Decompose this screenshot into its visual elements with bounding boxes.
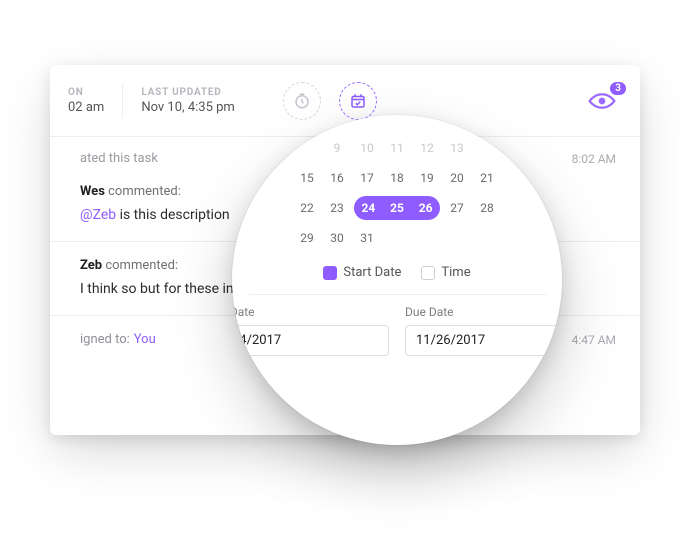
calendar-day[interactable]: 16 bbox=[324, 171, 350, 185]
comment-1-verb: commented: bbox=[108, 184, 181, 199]
divider bbox=[249, 294, 546, 295]
calendar-day[interactable]: 30 bbox=[324, 231, 350, 245]
start-date-checkbox[interactable]: Start Date bbox=[323, 265, 401, 280]
calendar-day[interactable]: 22 bbox=[294, 201, 320, 215]
calendar-day[interactable]: 18 bbox=[384, 171, 410, 185]
watchers-button[interactable]: 3 bbox=[582, 87, 622, 115]
clock-icon bbox=[293, 92, 311, 110]
meta-label-updated: LAST UPDATED bbox=[141, 87, 235, 98]
calendar-day[interactable]: 21 bbox=[474, 171, 500, 185]
calendar-day[interactable]: 20 bbox=[444, 171, 470, 185]
calendar-day[interactable]: 12 bbox=[414, 141, 440, 155]
calendar-icon bbox=[349, 92, 367, 110]
start-date-field: Start Date bbox=[232, 305, 389, 356]
calendar-day[interactable]: 10 bbox=[354, 141, 380, 155]
meta-label-created: ON bbox=[68, 87, 104, 98]
time-checkbox-label: Time bbox=[441, 265, 470, 280]
assigned-ts: 4:47 AM bbox=[572, 333, 640, 347]
watchers-badge: 3 bbox=[610, 82, 626, 95]
meta-value-created: 02 am bbox=[68, 100, 104, 115]
calendar-day[interactable]: 27 bbox=[444, 201, 470, 215]
calendar-day[interactable]: 15 bbox=[294, 171, 320, 185]
due-date-input[interactable] bbox=[405, 325, 562, 356]
assigned-prefix: igned to: bbox=[80, 332, 130, 347]
due-date-label: Due Date bbox=[405, 305, 562, 319]
calendar-grid: 9 10 11 12 13 15 16 17 18 19 20 21 22 23… bbox=[294, 135, 500, 251]
assigned-to-link[interactable]: You bbox=[134, 332, 156, 347]
calendar-day[interactable]: 28 bbox=[474, 201, 500, 215]
checkbox-on-icon bbox=[323, 266, 337, 280]
divider bbox=[122, 84, 123, 118]
comment-2-author: Zeb bbox=[80, 258, 102, 273]
calendar-day[interactable]: 9 bbox=[324, 141, 350, 155]
created-ts: 8:02 AM bbox=[572, 152, 640, 166]
comment-1-author: Wes bbox=[80, 184, 105, 199]
time-checkbox[interactable]: Time bbox=[421, 265, 470, 280]
comment-2-verb: commented: bbox=[105, 258, 178, 273]
start-date-input[interactable] bbox=[232, 325, 389, 356]
calendar-day[interactable]: 23 bbox=[324, 201, 350, 215]
eye-icon bbox=[588, 92, 616, 110]
range-day: 26 bbox=[419, 201, 433, 215]
calendar-day[interactable]: 17 bbox=[354, 171, 380, 185]
due-date-field: Due Date bbox=[405, 305, 562, 356]
calendar-day[interactable]: 31 bbox=[354, 231, 380, 245]
mention-link[interactable]: @Zeb bbox=[80, 207, 116, 223]
start-date-label: Start Date bbox=[232, 305, 389, 319]
date-picker-popover: 9 10 11 12 13 15 16 17 18 19 20 21 22 23… bbox=[232, 115, 562, 445]
calendar-day[interactable]: 11 bbox=[384, 141, 410, 155]
range-day: 24 bbox=[361, 201, 375, 215]
checkbox-off-icon bbox=[421, 266, 435, 280]
schedule-button[interactable] bbox=[339, 82, 377, 120]
meta-last-updated: LAST UPDATED Nov 10, 4:35 pm bbox=[141, 87, 235, 115]
timer-button[interactable] bbox=[283, 82, 321, 120]
created-text: ated this task bbox=[80, 151, 158, 166]
start-date-checkbox-label: Start Date bbox=[343, 265, 401, 280]
calendar-day[interactable]: 13 bbox=[444, 141, 470, 155]
calendar-day[interactable]: 19 bbox=[414, 171, 440, 185]
date-fields: Start Date Due Date bbox=[232, 305, 562, 356]
calendar-day[interactable]: 29 bbox=[294, 231, 320, 245]
meta-value-updated: Nov 10, 4:35 pm bbox=[141, 100, 235, 115]
range-day: 25 bbox=[390, 201, 404, 215]
calendar-options: Start Date Time bbox=[323, 265, 470, 280]
calendar-selected-range[interactable]: 24 25 26 bbox=[354, 196, 440, 220]
comment-1-text: is this description bbox=[116, 207, 230, 223]
meta-created-on: ON 02 am bbox=[68, 87, 104, 115]
